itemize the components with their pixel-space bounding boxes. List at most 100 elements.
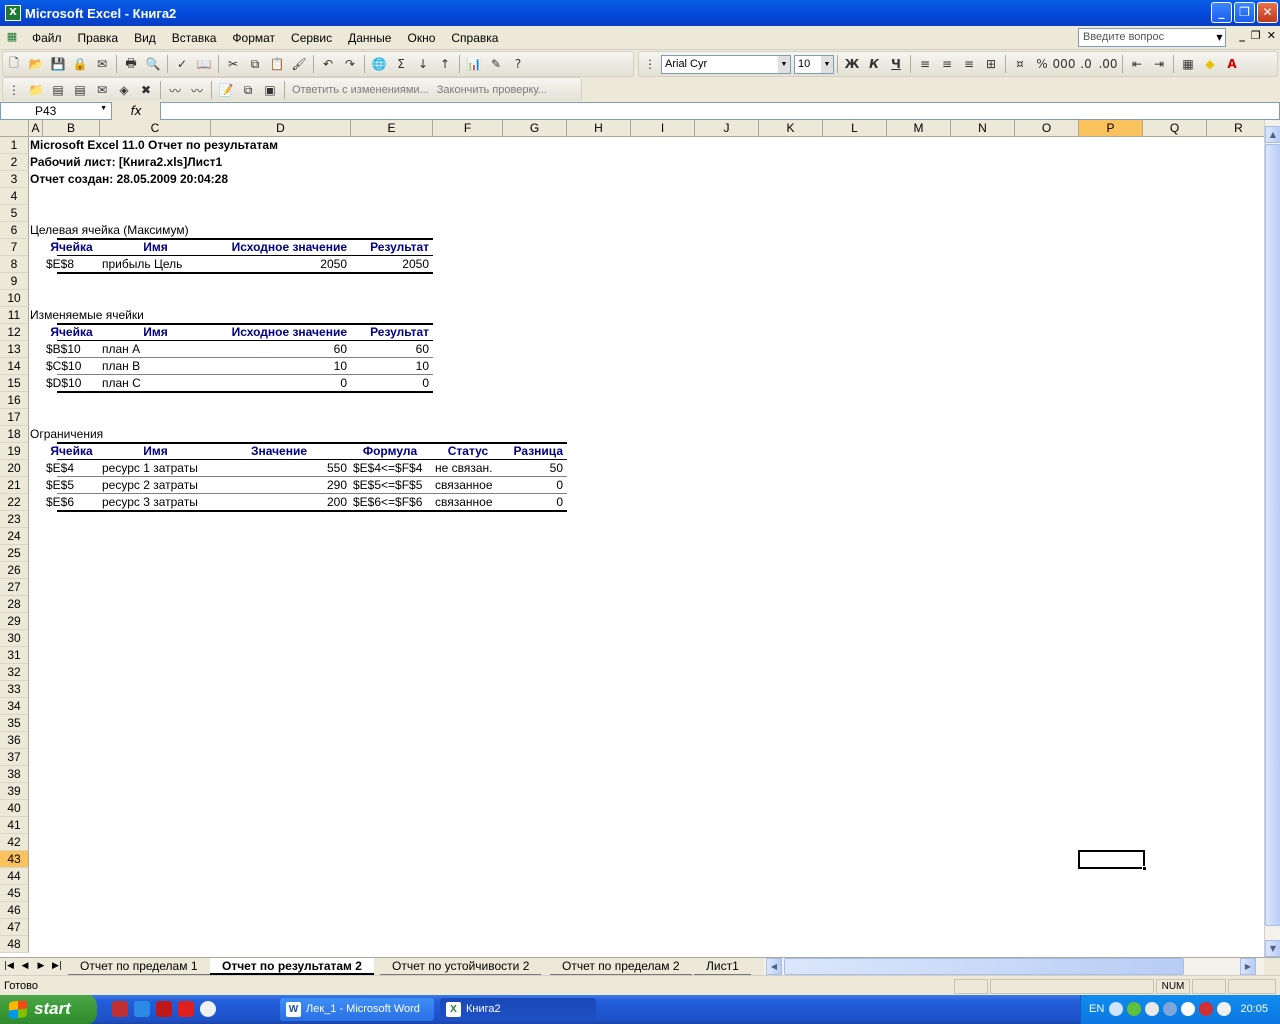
row-header[interactable]: 27 (0, 579, 29, 596)
horizontal-scroll-thumb[interactable] (784, 958, 1184, 975)
row-header[interactable]: 33 (0, 681, 29, 698)
scroll-up-icon[interactable]: ▲ (1265, 126, 1280, 143)
scroll-left-icon[interactable]: ◀ (766, 958, 782, 975)
ink-icon[interactable]: 〰 (164, 79, 186, 101)
review-icon[interactable]: ▤ (69, 79, 91, 101)
formula-input[interactable] (160, 101, 1280, 120)
doc-minimize-icon[interactable]: _ (1239, 29, 1245, 42)
research-icon[interactable]: 📖 (193, 53, 215, 75)
row-header[interactable]: 16 (0, 392, 29, 409)
row-header[interactable]: 31 (0, 647, 29, 664)
shapes-icon[interactable]: ◈ (113, 79, 135, 101)
table-cell[interactable]: ресурс 1 затраты (102, 460, 213, 477)
fill-handle[interactable] (1142, 866, 1147, 871)
sort-ascending-icon[interactable]: ↓ (412, 53, 434, 75)
row-header[interactable]: 4 (0, 188, 29, 205)
table-cell[interactable]: 60 (351, 341, 429, 358)
save-icon[interactable]: 💾 (47, 53, 69, 75)
font-size-select[interactable]: 10 ▼ (794, 54, 834, 74)
tray-expand-icon[interactable] (1109, 1002, 1123, 1016)
minimize-button[interactable]: _ (1211, 2, 1232, 23)
row-header[interactable]: 15 (0, 375, 29, 392)
column-header[interactable]: R (1207, 120, 1264, 137)
row-header[interactable]: 32 (0, 664, 29, 681)
column-header[interactable]: O (1015, 120, 1079, 137)
row-header[interactable]: 20 (0, 460, 29, 477)
table-cell[interactable]: $E$4<=$F$4 (353, 460, 439, 477)
table-cell[interactable]: $C$10 (46, 358, 97, 375)
row-header[interactable]: 14 (0, 358, 29, 375)
column-header[interactable]: L (823, 120, 887, 137)
row-header[interactable]: 45 (0, 885, 29, 902)
doc-restore-icon[interactable]: ❐ (1251, 29, 1261, 42)
doc-close-icon[interactable]: ✕ (1267, 29, 1276, 42)
align-center-icon[interactable]: ≡ (936, 53, 958, 75)
column-header[interactable]: K (759, 120, 823, 137)
redo-icon[interactable]: ↷ (339, 53, 361, 75)
tray-app-icon[interactable] (1199, 1002, 1213, 1016)
table-header[interactable]: Исходное значение (211, 239, 347, 256)
table-cell[interactable]: $E$6 (46, 494, 97, 511)
section-heading[interactable]: Ограничения (30, 426, 330, 443)
table-cell[interactable]: связанное (435, 494, 505, 511)
table-cell[interactable]: 200 (211, 494, 347, 511)
table-cell[interactable]: 10 (211, 358, 347, 375)
align-left-icon[interactable]: ≡ (914, 53, 936, 75)
table-header[interactable]: Исходное значение (211, 324, 347, 341)
table-header[interactable]: Формула (351, 443, 429, 460)
row-header[interactable]: 10 (0, 290, 29, 307)
row-header[interactable]: 2 (0, 154, 29, 171)
column-header[interactable]: N (951, 120, 1015, 137)
language-indicator[interactable]: EN (1089, 1003, 1104, 1015)
print-icon[interactable]: 🖶 (120, 53, 142, 75)
table-cell[interactable]: не связан. (435, 460, 505, 477)
table-cell[interactable]: план C (102, 375, 213, 392)
menu-data[interactable]: Данные (340, 31, 399, 45)
chevron-down-icon[interactable]: ▼ (778, 55, 790, 73)
scroll-down-icon[interactable]: ▼ (1265, 940, 1280, 957)
table-cell[interactable]: 50 (503, 460, 563, 477)
menu-insert[interactable]: Вставка (164, 31, 225, 45)
email-icon[interactable]: ✉ (91, 53, 113, 75)
media-player-icon[interactable] (200, 1001, 216, 1017)
close-button[interactable]: ✕ (1257, 2, 1278, 23)
row-header[interactable]: 21 (0, 477, 29, 494)
table-cell[interactable]: 10 (351, 358, 429, 375)
internet-explorer-icon[interactable] (134, 1001, 150, 1017)
align-right-icon[interactable]: ≡ (958, 53, 980, 75)
review-icon[interactable]: ▤ (47, 79, 69, 101)
autosum-icon[interactable]: Σ (390, 53, 412, 75)
merge-center-icon[interactable]: ⊞ (980, 53, 1002, 75)
opera-icon[interactable] (112, 1001, 128, 1017)
table-cell[interactable]: 2050 (211, 256, 347, 273)
undo-icon[interactable]: ↶ (317, 53, 339, 75)
row-header[interactable]: 26 (0, 562, 29, 579)
table-cell[interactable]: $E$5<=$F$5 (353, 477, 439, 494)
column-header[interactable]: Q (1143, 120, 1207, 137)
table-header[interactable]: Результат (351, 324, 429, 341)
column-header[interactable]: I (631, 120, 695, 137)
sort-descending-icon[interactable]: ↑ (434, 53, 456, 75)
acrobat-icon[interactable] (156, 1001, 172, 1017)
excel-app-icon[interactable]: X (5, 5, 21, 21)
chevron-down-icon[interactable]: ▼ (100, 105, 107, 112)
bold-button[interactable]: Ж (841, 53, 863, 75)
row-header[interactable]: 6 (0, 222, 29, 239)
row-header[interactable]: 7 (0, 239, 29, 256)
underline-button[interactable]: Ч (885, 53, 907, 75)
menu-format[interactable]: Формат (224, 31, 283, 45)
end-review-button[interactable]: Закончить проверку... (433, 84, 551, 96)
report-worksheet[interactable]: Рабочий лист: [Книга2.xls]Лист1 (30, 154, 430, 171)
column-header[interactable]: M (887, 120, 951, 137)
increase-indent-icon[interactable]: ⇥ (1148, 53, 1170, 75)
taskbar-item-excel[interactable]: X Книга2 (440, 998, 596, 1021)
column-header[interactable]: C (100, 120, 211, 137)
row-header[interactable]: 37 (0, 749, 29, 766)
compare-icon[interactable]: ⧉ (237, 79, 259, 101)
row-header[interactable]: 22 (0, 494, 29, 511)
borders-icon[interactable]: ▦ (1177, 53, 1199, 75)
maximize-button[interactable]: ❐ (1234, 2, 1255, 23)
row-header[interactable]: 39 (0, 783, 29, 800)
row-header[interactable]: 1 (0, 137, 29, 154)
active-cell-selection[interactable] (1078, 850, 1147, 871)
